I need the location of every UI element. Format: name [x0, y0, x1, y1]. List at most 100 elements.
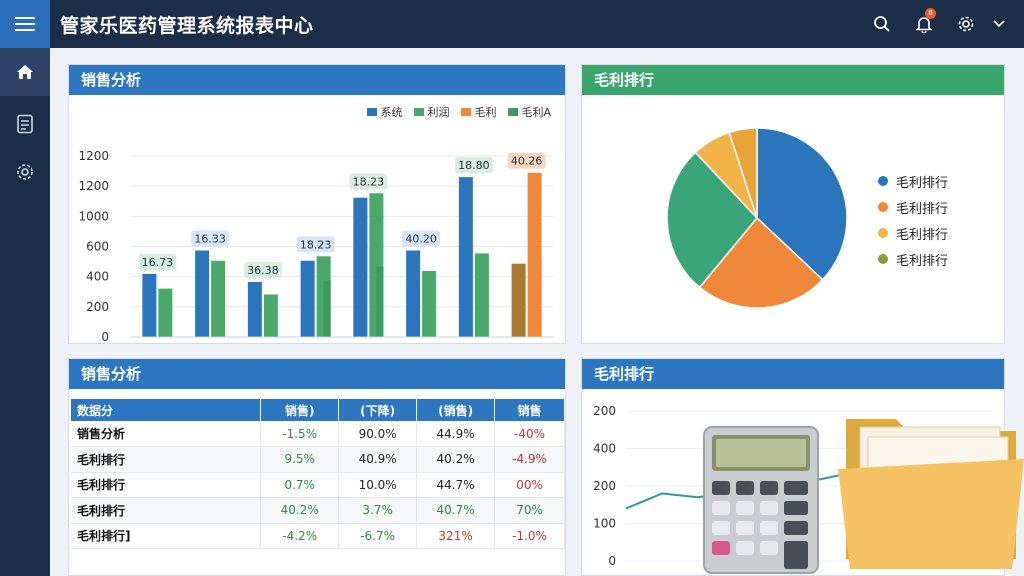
bar	[323, 280, 331, 337]
table-row[interactable]: 毛利排行] -4.2% -6.7% 321% -1.0%	[71, 523, 565, 549]
row-name: 毛利排行	[71, 497, 262, 524]
gear-icon	[958, 16, 974, 32]
panel-title: 毛利排行	[582, 65, 1004, 95]
home-icon	[17, 65, 33, 79]
table-cell: 321%	[416, 523, 496, 549]
legend-label: 毛利排行	[896, 201, 949, 217]
legend-label: 毛利排行	[896, 227, 949, 243]
hamburger-icon	[15, 17, 35, 31]
table-cell: -1.0%	[494, 523, 565, 549]
legend-item[interactable]: 毛利排行	[878, 168, 948, 194]
legend-item[interactable]: 毛利排行	[878, 220, 948, 246]
bar	[406, 250, 421, 337]
sales-table-panel: 销售分析 数据分 销售) (下降) (销售) 销售 销售分析 -1.5% 90.…	[68, 358, 566, 576]
table-cell: 9.5%	[260, 446, 340, 473]
bar	[534, 257, 542, 337]
y-tick-label: 600	[86, 240, 109, 254]
folder-illustration	[838, 419, 1024, 569]
column-header[interactable]: (销售)	[416, 399, 496, 421]
bar	[422, 271, 437, 337]
bar	[142, 273, 157, 337]
bar	[211, 260, 226, 337]
table-cell: 40.9%	[338, 446, 418, 473]
bar	[247, 282, 262, 337]
column-header[interactable]: 数据分	[71, 399, 262, 421]
data-label: 18.23	[300, 238, 332, 251]
settings-button[interactable]	[954, 12, 978, 36]
y-tick-label: 0	[608, 554, 616, 568]
sidebar-item-reports[interactable]	[0, 100, 50, 148]
bar	[300, 260, 315, 337]
table-cell: 40.7%	[416, 497, 496, 524]
sidebar-item-home[interactable]	[0, 48, 50, 96]
legend-dot	[878, 228, 888, 238]
bar	[195, 250, 210, 337]
table-cell: -1.5%	[260, 421, 340, 447]
notification-badge: 8	[925, 8, 936, 19]
table-cell: -40%	[494, 421, 565, 447]
table-row[interactable]: 毛利排行 9.5% 40.9% 40.2% -4.9%	[71, 446, 565, 473]
panel-title: 销售分析	[69, 359, 565, 389]
bar	[263, 294, 278, 337]
table-row[interactable]: 销售分析 -1.5% 90.0% 44.9% -40%	[71, 421, 565, 447]
y-tick-label: 0	[101, 330, 109, 343]
legend-dot	[878, 254, 888, 264]
sales-table: 数据分 销售) (下降) (销售) 销售 销售分析 -1.5% 90.0% 44…	[71, 399, 565, 549]
bar	[158, 288, 173, 337]
table-row[interactable]: 毛利排行 0.7% 10.0% 44.7% 00%	[71, 472, 565, 498]
bar	[353, 197, 368, 337]
top-bar: 管家乐医药管理系统报表中心 8	[0, 0, 1024, 48]
y-tick-label: 200	[593, 479, 616, 493]
legend-dot	[878, 202, 888, 212]
table-cell: 3.7%	[338, 497, 418, 524]
bar	[376, 266, 384, 337]
sales-chart-panel: 销售分析 系统 利润 毛利 毛利A 0 200 400 600 1000 1200 1200 16.…	[68, 64, 566, 344]
row-name: 毛利排行]	[71, 523, 262, 549]
row-name: 毛利排行	[71, 446, 262, 473]
bar	[458, 177, 473, 337]
table-cell: -4.9%	[494, 446, 565, 473]
y-tick-label: 1200	[78, 149, 109, 163]
sidebar	[0, 48, 50, 576]
column-header[interactable]: 销售	[494, 399, 565, 421]
table-cell: 90.0%	[338, 421, 418, 447]
gear-icon	[17, 164, 33, 180]
user-menu-dropdown[interactable]	[989, 12, 1009, 36]
search-icon	[874, 16, 890, 32]
calculator-illustration	[703, 426, 819, 574]
notifications-button[interactable]: 8	[912, 8, 936, 36]
report-icon	[17, 114, 33, 134]
table-cell: -6.7%	[338, 523, 418, 549]
y-tick-label: 200	[86, 300, 109, 314]
bar	[474, 253, 489, 337]
data-label: 36.38	[247, 264, 279, 277]
menu-button[interactable]	[0, 0, 50, 48]
column-header[interactable]: (下降)	[338, 399, 418, 421]
table-cell: 40.2%	[260, 497, 340, 524]
panel-title: 毛利排行	[582, 359, 1004, 389]
y-tick-label: 1200	[78, 179, 109, 193]
app-title: 管家乐医药管理系统报表中心	[60, 15, 314, 37]
row-name: 销售分析	[71, 421, 262, 447]
column-header[interactable]: 销售)	[260, 399, 340, 421]
data-label: 40.20	[405, 232, 437, 245]
y-tick-label: 200	[593, 404, 616, 418]
data-label: 16.73	[142, 256, 174, 269]
pie-chart-panel: 毛利排行 毛利排行 毛利排行 毛利排行 毛利排行	[581, 64, 1005, 344]
y-tick-label: 400	[86, 270, 109, 284]
table-header-row: 数据分 销售) (下降) (销售) 销售	[71, 399, 565, 421]
bar	[511, 263, 526, 337]
panel-title: 销售分析	[69, 65, 565, 95]
data-label: 40.26	[511, 155, 543, 168]
table-row[interactable]: 毛利排行 40.2% 3.7% 40.7% 70%	[71, 497, 565, 524]
y-tick-label: 400	[593, 442, 616, 456]
pie-legend: 毛利排行 毛利排行 毛利排行 毛利排行	[878, 168, 948, 272]
legend-item[interactable]: 毛利排行	[878, 246, 948, 272]
line-chart-panel: 毛利排行 200 400 200 100 0	[581, 358, 1024, 576]
legend-item[interactable]: 毛利排行	[878, 194, 948, 220]
search-button[interactable]	[870, 12, 894, 36]
bar-chart: 020040060010001200120016.73销售16.33销售36.3…	[78, 149, 553, 343]
table-cell: 10.0%	[338, 472, 418, 498]
sidebar-item-settings[interactable]	[0, 148, 50, 196]
legend-label: 毛利排行	[896, 175, 949, 191]
